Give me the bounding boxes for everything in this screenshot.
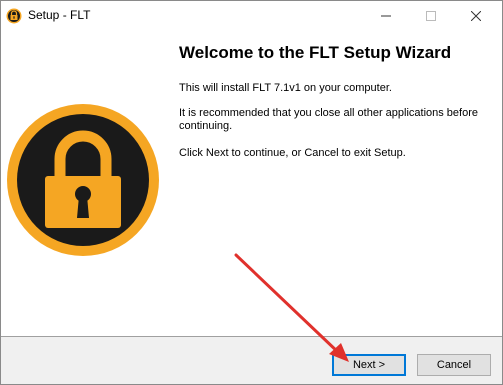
install-info-text: This will install FLT 7.1v1 on your comp… [179, 82, 392, 94]
cancel-button[interactable]: Cancel [417, 354, 491, 376]
recommendation-text: It is recommended that you close all oth… [179, 107, 478, 132]
maximize-icon [425, 11, 436, 21]
padlock-logo-icon [7, 104, 159, 256]
page-title: Welcome to the FLT Setup Wizard [179, 43, 452, 62]
minimize-icon [380, 15, 391, 17]
close-button[interactable] [453, 1, 498, 31]
minimize-button[interactable] [363, 1, 408, 31]
setup-window: Setup - FLT Welcome to the FLT Setup Wiz… [0, 0, 503, 385]
app-lock-icon [6, 8, 22, 24]
title-bar[interactable]: Setup - FLT [1, 1, 502, 31]
maximize-button[interactable] [408, 1, 453, 31]
close-icon [470, 11, 481, 21]
instruction-text: Click Next to continue, or Cancel to exi… [179, 147, 406, 159]
next-button[interactable]: Next > [332, 354, 406, 376]
window-title: Setup - FLT [28, 8, 91, 22]
